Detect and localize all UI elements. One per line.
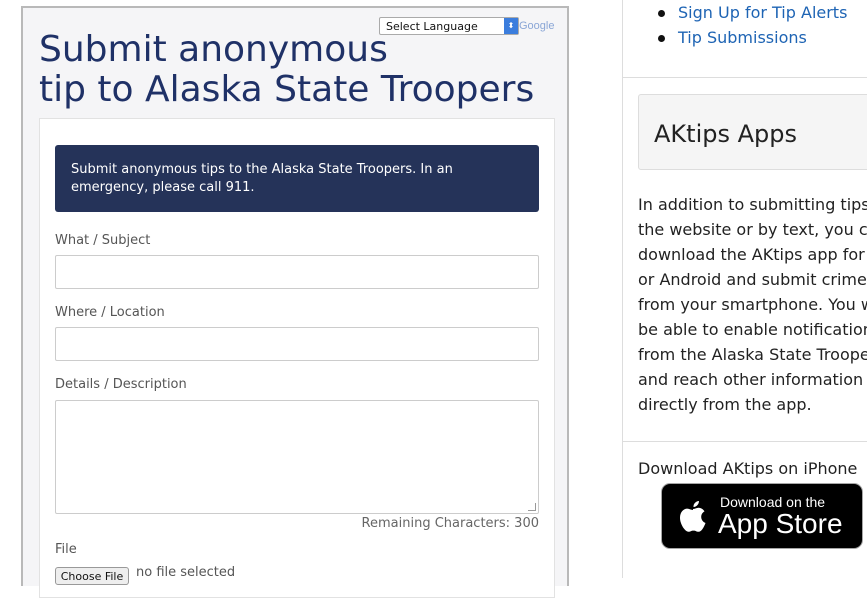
page-title: Submit anonymous tip to Alaska State Tro…	[39, 30, 539, 110]
bullet-icon	[658, 10, 665, 17]
apps-line: the website or by text, you can	[638, 220, 867, 239]
apps-line: and reach other information	[638, 370, 864, 389]
sidebar-divider	[622, 0, 623, 578]
divider	[622, 441, 867, 442]
details-label: Details / Description	[55, 377, 187, 392]
file-label: File	[55, 542, 77, 557]
apps-line: download the AKtips app for iO	[638, 245, 867, 264]
resize-grip-icon[interactable]	[528, 503, 536, 511]
apps-line: from your smartphone. You wil	[638, 295, 867, 314]
details-textarea[interactable]	[55, 400, 539, 514]
subject-input[interactable]	[55, 255, 539, 289]
tip-form-panel: Select Language ⬍ Google Submit anonymou…	[21, 6, 569, 598]
location-input[interactable]	[55, 327, 539, 361]
link-tip-submissions[interactable]: Tip Submissions	[638, 25, 847, 50]
apps-header: AKtips Apps	[638, 94, 867, 170]
quick-links-list: Sign Up for Tip Alerts Tip Submissions	[638, 0, 847, 50]
apps-line: directly from the app.	[638, 395, 812, 414]
link-tip-alerts-label[interactable]: Sign Up for Tip Alerts	[678, 3, 847, 22]
subject-label: What / Subject	[55, 233, 151, 248]
page-title-line2: tip to Alaska State Troopers	[39, 69, 535, 110]
remaining-characters: Remaining Characters: 300	[361, 516, 539, 531]
bullet-icon	[658, 35, 665, 42]
apps-line: be able to enable notifications	[638, 320, 867, 339]
apps-line: In addition to submitting tips o	[638, 195, 867, 214]
location-label: Where / Location	[55, 305, 165, 320]
app-store-badge[interactable]: Download on the App Store	[661, 483, 863, 549]
apple-logo-icon	[680, 501, 706, 532]
badge-big-text: App Store	[718, 508, 843, 539]
apps-line: or Android and submit crime ti	[638, 270, 867, 289]
apps-description: In addition to submitting tips o the web…	[638, 192, 867, 417]
page-title-line1: Submit anonymous	[39, 29, 388, 70]
emergency-alert: Submit anonymous tips to the Alaska Stat…	[55, 145, 539, 212]
link-tip-alerts[interactable]: Sign Up for Tip Alerts	[638, 0, 847, 25]
download-label: Download AKtips on iPhone	[638, 459, 858, 478]
apps-line: from the Alaska State Troopers	[638, 345, 867, 364]
apps-title: AKtips Apps	[654, 120, 797, 148]
choose-file-button[interactable]: Choose File	[55, 567, 129, 585]
tip-form: Submit anonymous tips to the Alaska Stat…	[39, 118, 555, 598]
divider	[622, 77, 867, 78]
link-tip-submissions-label[interactable]: Tip Submissions	[678, 28, 807, 47]
